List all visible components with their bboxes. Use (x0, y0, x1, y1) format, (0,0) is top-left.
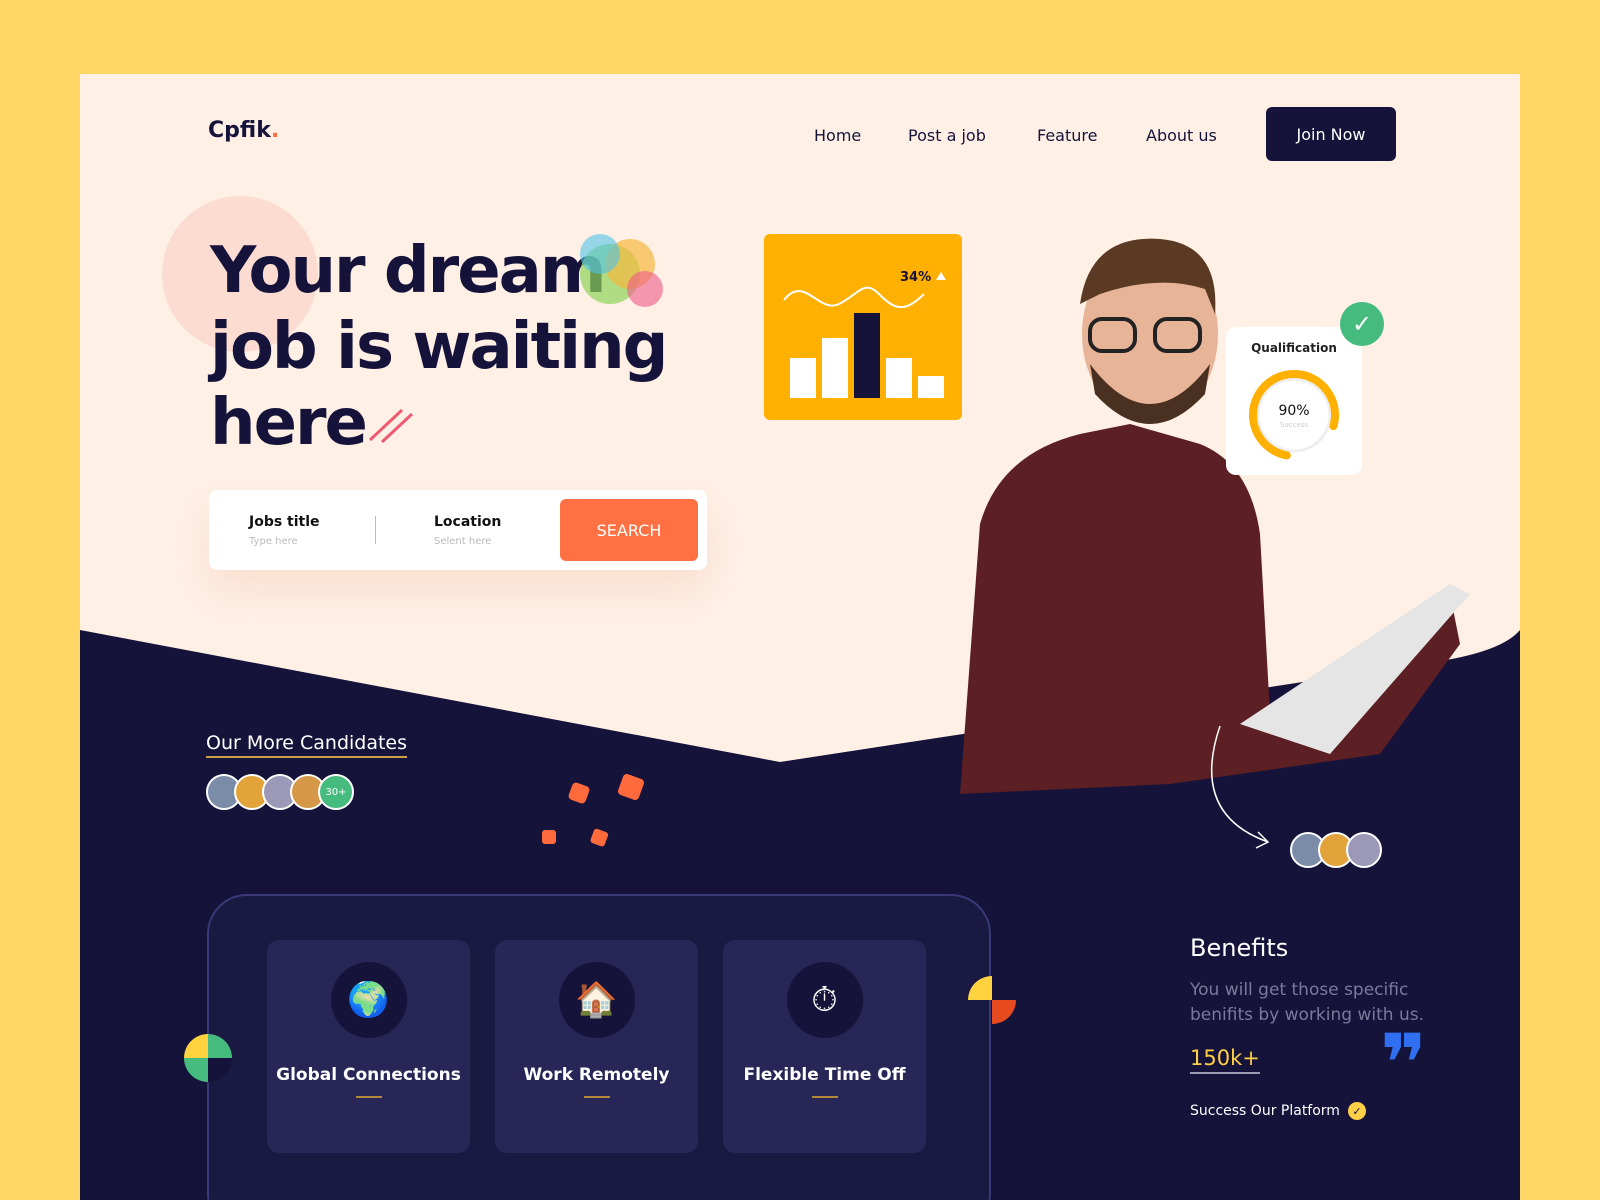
qualification-value: 90% (1278, 403, 1310, 419)
candidate-avatars-small[interactable] (1290, 832, 1390, 872)
divider (375, 516, 376, 544)
search-button[interactable]: SEARCH (560, 499, 698, 561)
logo[interactable]: Cpfik. (208, 118, 279, 143)
feature-card[interactable]: 🌍 Global Connections (267, 940, 470, 1153)
jobs-title-input[interactable]: Type here (249, 536, 298, 547)
feature-label: Flexible Time Off (743, 1065, 906, 1085)
benefits-caption: Success Our Platform ✓ (1190, 1102, 1366, 1120)
hero-title-line: Your dream (210, 234, 606, 308)
chart-bar (822, 338, 848, 398)
qualification-card: Qualification 90% Success (1226, 327, 1362, 475)
clock-badge-icon: ⏱ (786, 962, 863, 1038)
decorative-squares (542, 774, 644, 847)
caption-text: Success Our Platform (1190, 1103, 1340, 1119)
nav-home[interactable]: Home (814, 126, 861, 145)
hero-title-line: here (210, 386, 368, 460)
benefits-title: Benefits (1190, 934, 1289, 962)
location-label: Location (434, 514, 502, 530)
feature-card[interactable]: 🏠 Work Remotely (495, 940, 698, 1153)
candidate-photo (960, 238, 1470, 794)
nav-post-job[interactable]: Post a job (908, 126, 986, 145)
pie-shape-icon (184, 1034, 232, 1082)
candidate-avatars[interactable]: 30+ (206, 774, 366, 814)
house-icon: 🏠 (558, 962, 635, 1038)
feature-label: Global Connections (276, 1065, 461, 1085)
feature-label: Work Remotely (523, 1065, 670, 1085)
location-select[interactable]: Selent here (434, 536, 491, 547)
pie-shape-icon (968, 976, 1016, 1024)
page-frame: Cpfik. Home Post a job Feature About us … (80, 74, 1520, 1200)
globe-icon: 🌍 (330, 962, 407, 1038)
qualification-title: Qualification (1251, 341, 1337, 355)
color-splash-icon (580, 234, 663, 307)
nav-feature[interactable]: Feature (1037, 126, 1097, 145)
quote-icon: ❞ (1380, 1017, 1427, 1110)
nav-about[interactable]: About us (1146, 126, 1217, 145)
accent-strokes-icon (368, 408, 414, 444)
candidates-title: Our More Candidates (206, 732, 408, 758)
jobs-title-label: Jobs title (249, 514, 320, 530)
check-icon: ✓ (1340, 302, 1384, 346)
curved-arrow-icon (1211, 725, 1270, 849)
avatar (1346, 832, 1382, 868)
feature-card[interactable]: ⏱ Flexible Time Off (723, 940, 926, 1153)
qualification-sub: Success (1279, 421, 1309, 429)
check-circle-icon: ✓ (1347, 1102, 1366, 1120)
join-now-button[interactable]: Join Now (1266, 107, 1396, 161)
more-candidates-badge: 30+ (318, 774, 354, 810)
benefits-stat: 150k+ (1190, 1046, 1260, 1074)
chart-bar (790, 358, 816, 398)
job-search-bar: Jobs title Type here Location Selent her… (209, 490, 707, 570)
